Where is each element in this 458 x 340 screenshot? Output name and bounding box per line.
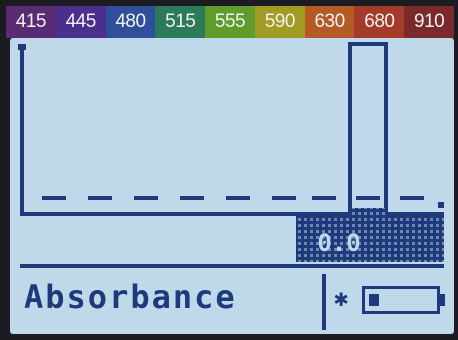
band-480: 480 — [105, 6, 156, 38]
device-frame: 415 445 480 515 555 590 630 680 910 0.0 … — [0, 0, 458, 340]
band-590: 590 — [254, 6, 305, 38]
absorbance-plot-area: 0.0 Absorbance ✱ — [10, 38, 454, 334]
band-630: 630 — [304, 6, 355, 38]
battery-level-fill — [369, 294, 379, 306]
battery-tip — [440, 294, 445, 306]
band-515: 515 — [155, 6, 206, 38]
band-555: 555 — [205, 6, 255, 38]
absorbance-readout: 0.0 — [317, 229, 361, 257]
bluetooth-icon: ✱ — [334, 284, 349, 312]
lcd-screen: 0.0 Absorbance ✱ — [10, 38, 454, 334]
battery-icon — [362, 286, 440, 314]
band-415: 415 — [6, 6, 56, 38]
band-680: 680 — [354, 6, 405, 38]
band-445: 445 — [55, 6, 106, 38]
wavelength-band-strip: 415 445 480 515 555 590 630 680 910 — [6, 6, 455, 38]
measurement-mode-label: Absorbance — [24, 278, 237, 316]
band-910: 910 — [404, 6, 455, 38]
